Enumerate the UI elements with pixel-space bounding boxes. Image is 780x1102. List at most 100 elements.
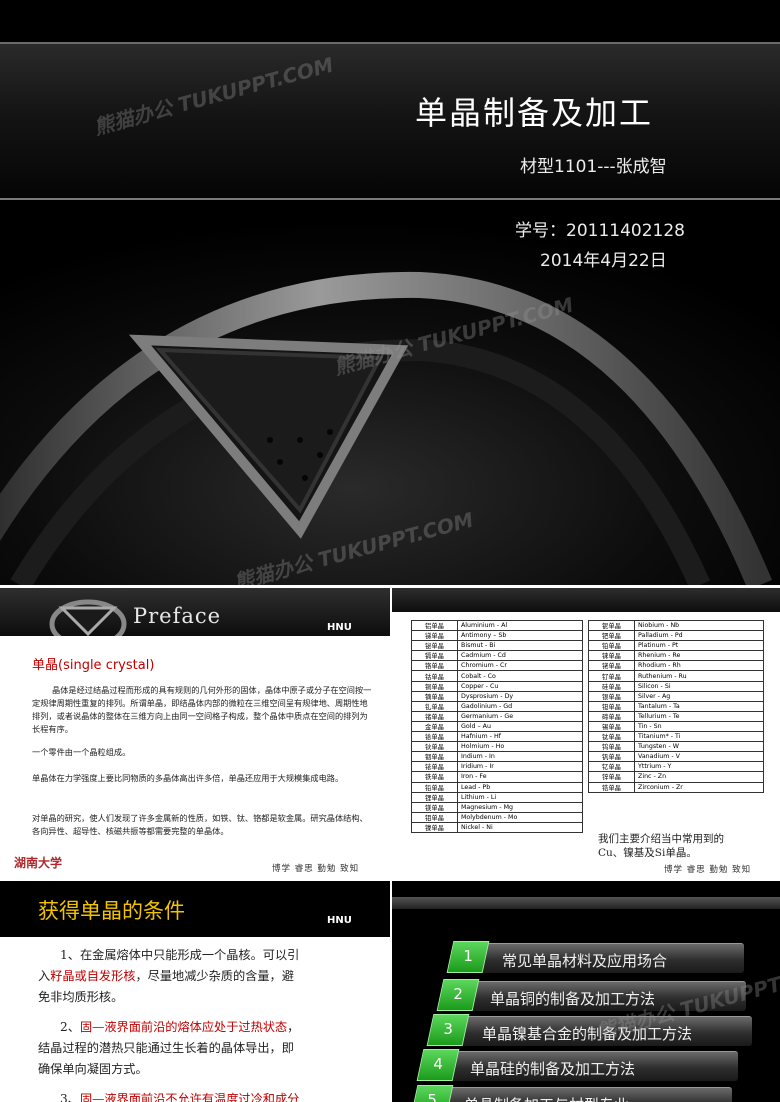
element-cn-cell: 硅单晶 [588,680,635,692]
table-row: 镁单晶 Magnesium - Mg [411,801,583,813]
text-span: 2、 [60,1020,80,1034]
element-cn-cell: 铑单晶 [588,660,635,672]
slide-title: Preface [133,604,222,628]
element-cn-cell: 钛单晶 [588,731,635,743]
table-row: 铱单晶 Iridium - Ir [411,761,583,773]
highlight-text: 固—液界面前沿的熔体应处于过热状态 [79,1020,288,1034]
element-cn-cell: 锗单晶 [411,710,458,722]
intro-line: 我们主要介绍当中常用到的 [598,833,724,845]
element-cn-cell: 铅单晶 [411,781,458,793]
element-cn-cell: 铁单晶 [411,771,458,783]
table-row: 碲单晶 Tellurium - Te [588,710,764,722]
hnu-badge: HNU [327,622,352,633]
title-slide[interactable]: 单晶制备及加工 材型1101---张成智 学号：20111402128 2014… [0,0,780,585]
condition-2: 2、固—液界面前沿的熔体应处于过热状态， 结晶过程的潜热只能通过生长着的晶体导出… [38,1017,378,1080]
number-label: 4 [433,1055,443,1073]
table-row: 镉单晶 Cadmium - Cd [411,650,583,662]
element-cn-cell: 铝单晶 [411,619,458,632]
table-row: 锂单晶 Lithium - Li [411,791,583,803]
element-en-cell: Zinc - Zn [634,771,764,783]
element-table-slide[interactable]: 铝单晶 Aluminium - Al 锑单晶 Antimony – Sb 铋单晶 Bism… [392,588,780,878]
element-en-cell: Gold – Au [457,720,583,733]
table-row: 铋单晶 Bismut - Bi [411,640,583,652]
element-cn-cell: 锆单晶 [588,781,635,793]
table-row: 铪单晶 Hafnium - Hf [411,731,583,743]
table-row: 铬单晶 Chromium - Cr [411,660,583,672]
intro-text: 我们主要介绍当中常用到的 Cu、镍基及Si单晶。 [598,832,724,860]
element-cn-cell: 镉单晶 [411,650,458,662]
element-cn-cell: 钨单晶 [588,741,635,753]
table-row: 锌单晶 Zinc - Zn [588,771,764,783]
paragraph: 对单晶的研究，使人们发现了许多金属新的性质，如铁、钛、铬都是软金属。研究晶体结构… [32,813,368,836]
element-en-cell: Germanium - Ge [457,710,583,722]
table-row: 铅单晶 Lead - Pb [411,781,583,793]
menu-item-label: 单晶制备加工与材型专业 [464,1094,629,1102]
table-row: 铝单晶 Aluminium - Al [411,619,583,632]
element-cn-cell: 钽单晶 [588,700,635,712]
element-cn-cell: 锌单晶 [588,771,635,783]
element-en-cell: Iridium - Ir [457,761,583,773]
element-en-cell: Cadmium - Cd [457,650,583,662]
text-line: 2、固—液界面前沿的熔体应处于过热状态， [38,1017,378,1038]
text-line: 入籽晶或自发形核，尽量地减少杂质的含量，避 [38,966,378,987]
presentation-date: 2014年4月22日 [540,251,667,271]
text-line: 3、固—液界面前沿不允许有温度过冷和成分 [38,1089,378,1102]
table-row: 锗单晶 Germanium - Ge [411,710,583,722]
number-label: 1 [463,947,473,965]
author-line: 材型1101---张成智 [520,157,667,177]
element-en-cell: Gadolinium - Gd [457,700,583,712]
contents-slide[interactable]: 常见单晶材料及应用场合 1 单晶铜的制备及加工方法 2 单晶镍基合金的制备及加工… [392,881,780,1102]
element-en-cell: Titanium* - Ti [634,731,764,743]
element-cn-cell: 铟单晶 [411,751,458,763]
element-en-cell: Silicon - Si [634,680,764,692]
table-row: 铟单晶 Indium - In [411,751,583,763]
menu-item-label: 单晶硅的制备及加工方法 [470,1060,636,1078]
hnu-badge: HNU [327,915,352,926]
number-label: 3 [443,1020,453,1038]
element-cn-cell: 碲单晶 [588,710,635,722]
element-en-cell: Yttrium - Y [634,761,764,773]
number-badge: 1 [446,941,490,973]
table-row: 钒单晶 Vanadium - V [588,751,764,763]
element-cn-cell: 钌单晶 [588,670,635,682]
table-row: 金单晶 Gold – Au [411,720,583,733]
table-row: 锑单晶 Antimony – Sb [411,630,583,642]
table-row: 钴单晶 Cobalt - Co [411,670,583,682]
preface-slide[interactable]: Preface HNU 单晶(single crystal) 晶体是经过结晶过程… [0,588,390,878]
element-en-cell: Tantalum - Ta [634,700,764,712]
element-cn-cell: 钴单晶 [411,670,458,682]
menu-item-1[interactable]: 常见单晶材料及应用场合 [480,943,744,973]
element-cn-cell: 铪单晶 [411,731,458,743]
table-row: 镍单晶 Nickel - Ni [411,821,583,833]
element-en-cell: Vanadium - V [634,751,764,763]
table-row: 钆单晶 Gadolinium - Gd [411,700,583,712]
table-row: 钨单晶 Tungsten - W [588,741,764,753]
menu-item-5[interactable]: 单晶制备加工与材型专业 [442,1087,732,1102]
element-en-cell: Chromium - Cr [457,660,583,672]
menu-item-label: 常见单晶材料及应用场合 [502,952,668,970]
element-cn-cell: 金单晶 [411,720,458,733]
element-en-cell: Bismut - Bi [457,640,583,652]
element-en-cell: Copper - Cu [457,680,583,692]
element-en-cell: Rhodium - Rh [634,660,764,672]
highlight-text: 固—液界面前沿不允许有温度过冷和成分 [79,1092,300,1102]
element-cn-cell: 锂单晶 [411,791,458,803]
element-cn-cell: 钇单晶 [588,761,635,773]
element-en-cell: Molybdenum - Mo [457,811,583,823]
conditions-slide[interactable]: 获得单晶的条件 HNU 1、在金属熔体中只能形成一个晶核。可以引 入籽晶或自发形… [0,881,390,1102]
menu-item-label: 单晶铜的制备及加工方法 [490,990,656,1008]
paragraph: 一个零件由一个晶粒组成。 [32,747,131,757]
text-line: 免非均质形核。 [38,990,124,1004]
element-en-cell: Tungsten - W [634,741,764,753]
table-row: 钇单晶 Yttrium - Y [588,761,764,773]
slide-header [392,588,780,612]
element-en-cell: Ruthenium - Ru [634,670,764,682]
menu-item-4[interactable]: 单晶硅的制备及加工方法 [448,1051,738,1081]
table-row: 铂单晶 Platinum - Pt [588,640,764,652]
slide-title: 获得单晶的条件 [38,899,185,923]
text-span: 入 [38,969,51,983]
element-en-cell: Lead - Pb [457,781,583,793]
element-cn-cell: 银单晶 [588,690,635,702]
element-cn-cell: 镍单晶 [411,821,458,833]
table-row: 铁单晶 Iron - Fe [411,771,583,783]
